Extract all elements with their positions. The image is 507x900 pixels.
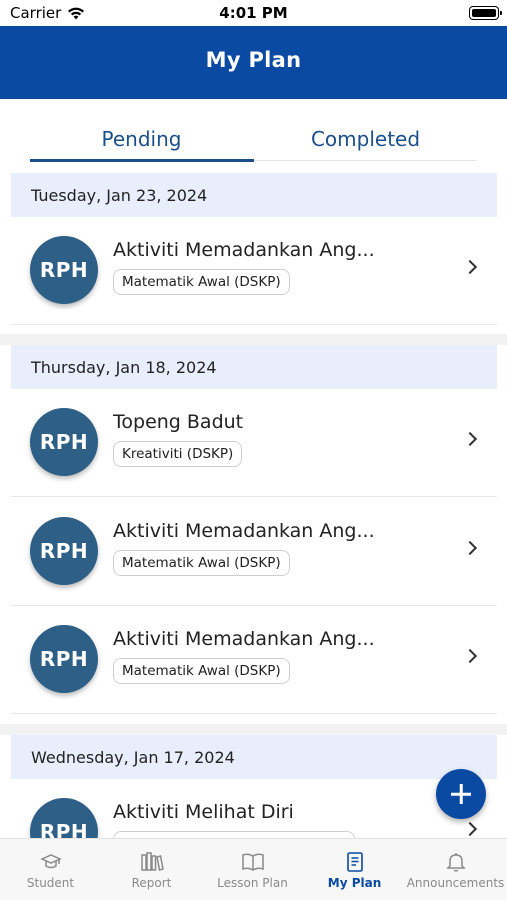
chevron-right-icon xyxy=(462,431,478,447)
date-label: Thursday, Jan 18, 2024 xyxy=(31,358,217,377)
nav-item-lesson-plan[interactable]: Lesson Plan xyxy=(202,839,303,900)
tab-completed[interactable]: Completed xyxy=(254,127,477,151)
date-header: Tuesday, Jan 23, 2024 xyxy=(11,173,497,217)
nav-item-my-plan[interactable]: My Plan xyxy=(304,839,405,900)
status-bar: Carrier 4:01 PM xyxy=(0,0,507,26)
plan-list[interactable]: Tuesday, Jan 23, 2024 RPH Aktiviti Memad… xyxy=(0,165,507,838)
nav-item-announcements[interactable]: Announcements xyxy=(405,839,506,900)
open-book-icon xyxy=(241,853,264,871)
plan-title: Aktiviti Melihat Diri xyxy=(113,801,294,823)
tab-bar: Pending Completed xyxy=(0,99,507,165)
nav-item-student[interactable]: Student xyxy=(0,839,101,900)
subject-tag: Matematik Awal (DSKP) xyxy=(113,550,290,576)
plan-title: Aktiviti Memadankan Ang... xyxy=(113,628,375,650)
avatar-label: RPH xyxy=(39,820,89,838)
add-plan-button[interactable] xyxy=(436,769,486,819)
plan-row[interactable]: RPH Aktiviti Memadankan Ang... Matematik… xyxy=(11,498,497,606)
page-title: My Plan xyxy=(205,48,302,72)
chevron-right-icon xyxy=(462,821,478,837)
subject-tag xyxy=(113,831,355,838)
plan-row[interactable]: RPH Aktiviti Memadankan Ang... Matematik… xyxy=(11,217,497,325)
chevron-right-icon xyxy=(462,648,478,664)
nav-label: Report xyxy=(131,876,172,890)
avatar-label: RPH xyxy=(39,539,89,563)
nav-label: Lesson Plan xyxy=(217,876,288,890)
avatar: RPH xyxy=(30,798,98,838)
bottom-nav: Student Report Lesson Plan My Plan Annou… xyxy=(0,838,507,900)
section-divider xyxy=(0,334,507,345)
plan-title: Aktiviti Memadankan Ang... xyxy=(113,239,375,261)
avatar-label: RPH xyxy=(39,258,89,282)
subject-tag: Kreativiti (DSKP) xyxy=(113,441,243,467)
app-header: My Plan xyxy=(0,26,507,99)
status-time: 4:01 PM xyxy=(219,4,288,22)
avatar: RPH xyxy=(30,236,98,304)
subject-tag: Matematik Awal (DSKP) xyxy=(113,269,290,295)
avatar: RPH xyxy=(30,408,98,476)
date-label: Wednesday, Jan 17, 2024 xyxy=(31,748,235,767)
document-icon xyxy=(346,852,363,872)
subject-tag: Matematik Awal (DSKP) xyxy=(113,658,290,684)
plan-title: Topeng Badut xyxy=(113,411,244,433)
active-tab-indicator xyxy=(30,159,254,162)
nav-label: My Plan xyxy=(327,876,382,890)
books-icon xyxy=(140,852,164,871)
plan-row[interactable]: RPH Aktiviti Memadankan Ang... Matematik… xyxy=(11,606,497,714)
nav-item-report[interactable]: Report xyxy=(101,839,202,900)
section-divider xyxy=(0,724,507,735)
nav-label: Announcements xyxy=(406,876,505,890)
tab-pending[interactable]: Pending xyxy=(30,127,253,151)
avatar: RPH xyxy=(30,517,98,585)
plan-row[interactable]: RPH Aktiviti Melihat Diri xyxy=(11,779,497,838)
plan-row[interactable]: RPH Topeng Badut Kreativiti (DSKP) xyxy=(11,389,497,497)
nav-label: Student xyxy=(26,876,75,890)
battery-icon xyxy=(469,6,502,20)
avatar-label: RPH xyxy=(39,647,89,671)
avatar: RPH xyxy=(30,625,98,693)
graduation-cap-icon xyxy=(39,854,62,869)
chevron-right-icon xyxy=(462,540,478,556)
date-label: Tuesday, Jan 23, 2024 xyxy=(31,186,208,205)
avatar-label: RPH xyxy=(39,430,89,454)
bell-icon xyxy=(445,853,466,872)
plan-title: Aktiviti Memadankan Ang... xyxy=(113,520,375,542)
date-header: Wednesday, Jan 17, 2024 xyxy=(11,735,497,779)
date-header: Thursday, Jan 18, 2024 xyxy=(11,345,497,389)
chevron-right-icon xyxy=(462,259,478,275)
